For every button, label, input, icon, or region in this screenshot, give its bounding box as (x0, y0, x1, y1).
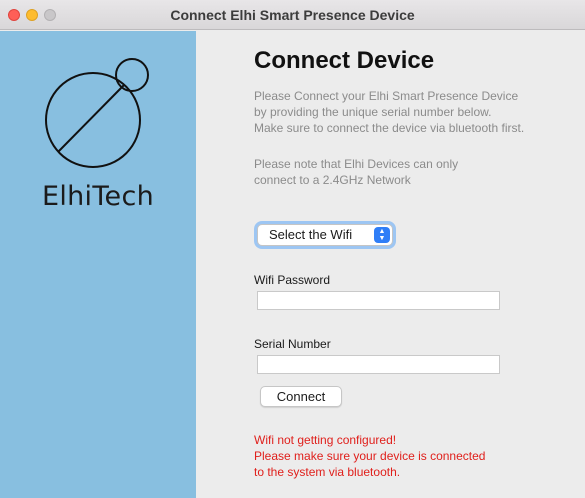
error-line: Wifi not getting configured! (254, 433, 397, 447)
window-title: Connect Elhi Smart Presence Device (170, 7, 415, 23)
error-line: Please make sure your device is connecte… (254, 449, 486, 463)
wifi-select[interactable]: Select the Wifi ▲ ▼ (257, 224, 393, 246)
instructions-line: by providing the unique serial number be… (254, 105, 492, 119)
brand-name: ElhiTech (41, 181, 155, 212)
error-message: Wifi not getting configured! Please make… (254, 432, 485, 480)
wifi-password-label: Wifi Password (254, 273, 331, 287)
instructions-line: Make sure to connect the device via blue… (254, 121, 525, 135)
wifi-password-field[interactable] (257, 291, 500, 310)
elhitech-logo-icon (45, 58, 149, 168)
sidebar: ElhiTech (0, 31, 196, 498)
page-title: Connect Device (254, 47, 435, 74)
network-note-text: Please note that Elhi Devices can only c… (254, 156, 584, 188)
main-panel: Connect Device Please Connect your Elhi … (196, 31, 585, 498)
error-line: to the system via bluetooth. (254, 465, 401, 479)
title-bar: Connect Elhi Smart Presence Device (0, 0, 585, 30)
network-note-line: Please note that Elhi Devices can only (254, 157, 459, 171)
serial-number-label: Serial Number (254, 337, 331, 351)
instructions-text: Please Connect your Elhi Smart Presence … (254, 88, 584, 136)
app-window: Connect Elhi Smart Presence Device ElhiT… (0, 0, 585, 498)
network-note-line: connect to a 2.4GHz Network (254, 173, 411, 187)
serial-number-field[interactable] (257, 355, 500, 374)
instructions-line: Please Connect your Elhi Smart Presence … (254, 89, 519, 103)
connect-button[interactable]: Connect (260, 386, 342, 407)
wifi-select-value: Select the Wifi (269, 227, 353, 242)
updown-chevron-icon: ▲ ▼ (374, 227, 390, 243)
